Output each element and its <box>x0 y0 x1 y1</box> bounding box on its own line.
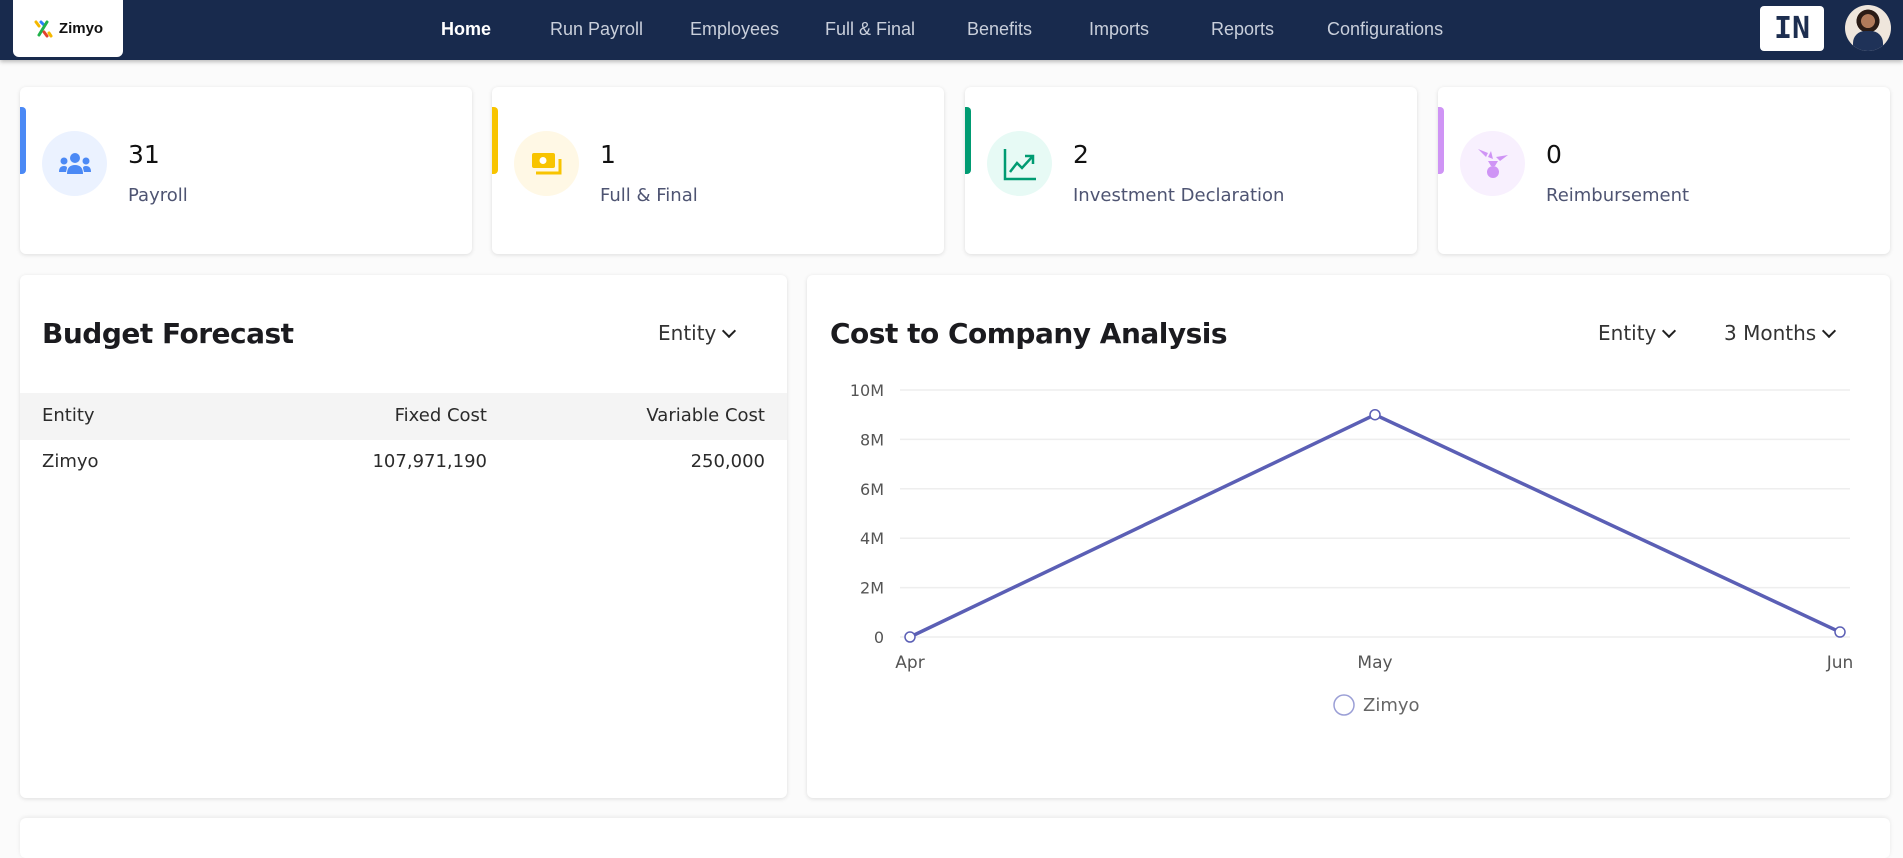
reimbursement-count: 0 <box>1546 140 1562 169</box>
users-icon <box>58 152 91 174</box>
y-tick-label: 2M <box>860 579 884 598</box>
reimbursement-label: Reimbursement <box>1546 185 1690 206</box>
full-and-final-label: Full & Final <box>600 185 698 206</box>
cell-variable-cost: 250,000 <box>690 451 765 472</box>
brand-logo[interactable]: Zimyo <box>13 0 123 57</box>
data-point <box>1369 408 1381 421</box>
top-navbar: Zimyo Home Run Payroll Employees Full & … <box>0 0 1903 60</box>
payroll-label: Payroll <box>128 185 188 206</box>
full-and-final-count: 1 <box>600 140 616 169</box>
x-tick-label: May <box>1357 653 1392 673</box>
y-tick-label: 8M <box>860 430 884 449</box>
y-tick-label: 0 <box>874 628 884 647</box>
x-tick-label: Jun <box>1826 653 1854 673</box>
y-tick-label: 4M <box>860 529 884 548</box>
card-accent-bar <box>492 107 498 174</box>
y-tick-label: 6M <box>860 480 884 499</box>
card-accent-bar <box>965 107 971 174</box>
nav-imports[interactable]: Imports <box>1089 19 1149 40</box>
summary-card-full-and-final[interactable]: 1 Full & Final <box>492 87 944 254</box>
bottom-panel <box>20 818 1890 858</box>
nav-home[interactable]: Home <box>441 19 491 40</box>
investment-declaration-label: Investment Declaration <box>1073 185 1285 206</box>
icon-badge <box>1460 131 1525 196</box>
summary-card-payroll[interactable]: 31 Payroll <box>20 87 472 254</box>
column-header-fixed-cost: Fixed Cost <box>394 405 487 426</box>
plant-icon <box>1477 148 1508 178</box>
nav-run-payroll[interactable]: Run Payroll <box>550 19 643 40</box>
column-header-entity: Entity <box>42 405 95 426</box>
nav-benefits[interactable]: Benefits <box>967 19 1032 40</box>
legend-marker <box>1333 694 1355 716</box>
investment-declaration-count: 2 <box>1073 140 1089 169</box>
nav-full-and-final[interactable]: Full & Final <box>825 19 915 40</box>
user-avatar[interactable] <box>1845 5 1891 51</box>
nav-employees[interactable]: Employees <box>690 19 779 40</box>
money-icon <box>531 152 561 174</box>
icon-badge <box>42 131 107 196</box>
dropdown-label: Entity <box>658 321 717 345</box>
legend-label: Zimyo <box>1363 695 1420 716</box>
x-tick-label: Apr <box>895 653 924 673</box>
card-accent-bar <box>20 107 26 174</box>
language-selector[interactable]: IN <box>1760 6 1824 51</box>
budget-entity-dropdown[interactable]: Entity <box>658 321 737 345</box>
trend-up-icon <box>1003 148 1036 180</box>
zimyo-logo-icon <box>34 20 53 37</box>
budget-forecast-panel: Budget Forecast Entity Entity Fixed Cost… <box>20 275 787 798</box>
y-tick-label: 10M <box>850 381 884 400</box>
column-header-variable-cost: Variable Cost <box>646 405 765 426</box>
nav-configurations[interactable]: Configurations <box>1327 19 1443 40</box>
summary-card-reimbursement[interactable]: 0 Reimbursement <box>1438 87 1890 254</box>
ctc-line-chart: 0 2M 4M 6M 8M 10M Apr May Jun Zimyo <box>850 381 1854 716</box>
cell-entity: Zimyo <box>42 451 99 472</box>
cell-fixed-cost: 107,971,190 <box>372 451 487 472</box>
payroll-count: 31 <box>128 140 160 169</box>
icon-badge <box>514 131 579 196</box>
chevron-down-icon <box>722 323 737 338</box>
budget-forecast-title: Budget Forecast <box>42 317 294 350</box>
series-line <box>909 412 1841 639</box>
data-point <box>904 631 916 643</box>
summary-card-investment-declaration[interactable]: 2 Investment Declaration <box>965 87 1417 254</box>
card-accent-bar <box>1438 107 1444 174</box>
icon-badge <box>987 131 1052 196</box>
nav-reports[interactable]: Reports <box>1211 19 1274 40</box>
data-point <box>1834 626 1846 638</box>
brand-name: Zimyo <box>58 20 104 37</box>
